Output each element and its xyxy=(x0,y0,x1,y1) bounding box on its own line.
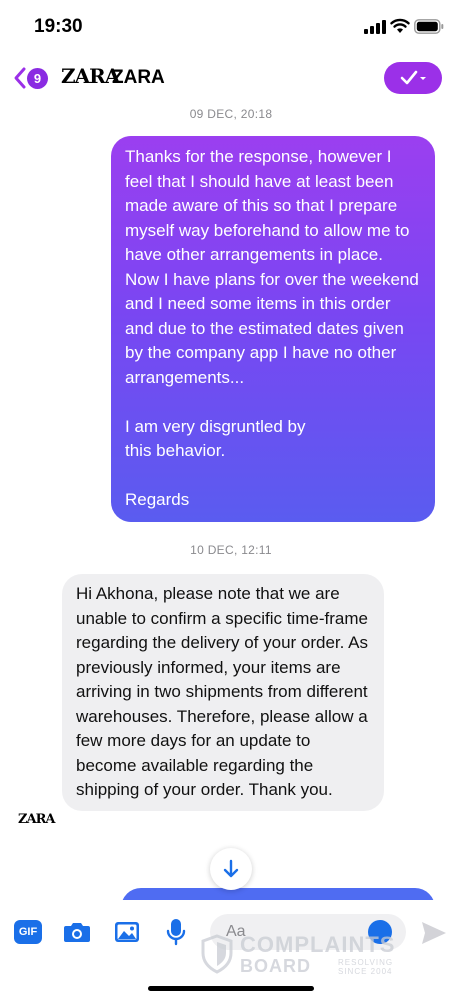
voice-message-button[interactable] xyxy=(162,918,190,946)
unread-count-badge[interactable]: 9 xyxy=(27,68,48,89)
microphone-icon xyxy=(166,919,186,946)
timestamp: 09 DEC, 20:18 xyxy=(189,107,273,121)
arrow-down-icon xyxy=(223,859,239,878)
timestamp: 10 DEC, 12:11 xyxy=(190,543,272,557)
gallery-button[interactable] xyxy=(113,918,141,946)
scroll-to-bottom-button[interactable] xyxy=(210,848,252,890)
outgoing-message-bubble-partial[interactable] xyxy=(121,888,435,900)
cellular-signal-icon xyxy=(364,20,386,34)
wifi-icon xyxy=(390,18,410,33)
gif-button[interactable]: GIF xyxy=(14,920,42,944)
home-indicator[interactable] xyxy=(148,986,314,991)
outgoing-message-bubble[interactable]: Thanks for the response, however I feel … xyxy=(111,136,435,522)
message-composer: GIF Aa xyxy=(0,900,462,966)
mark-resolved-button[interactable] xyxy=(384,62,442,94)
contact-name[interactable]: ZARA xyxy=(112,67,165,89)
sender-avatar-logo: ZARA xyxy=(18,812,55,827)
chat-header: 9 ZARA ZARA xyxy=(0,54,462,102)
status-time: 19:30 xyxy=(34,16,83,37)
checkmark-dropdown-icon xyxy=(400,70,426,85)
watermark-tag2: SINCE 2004 xyxy=(338,967,393,976)
message-list[interactable]: 09 DEC, 20:18 Thanks for the response, h… xyxy=(0,102,462,900)
emoji-icon[interactable] xyxy=(368,920,392,944)
battery-icon xyxy=(414,19,444,34)
status-bar: 19:30 xyxy=(0,0,462,54)
back-chevron-icon[interactable] xyxy=(12,66,28,90)
incoming-message-bubble[interactable]: Hi Akhona, please note that we are unabl… xyxy=(62,574,384,811)
image-gallery-icon xyxy=(115,922,139,942)
contact-logo[interactable]: ZARA xyxy=(61,64,120,88)
camera-icon xyxy=(64,923,90,942)
send-icon[interactable] xyxy=(420,920,448,946)
camera-button[interactable] xyxy=(63,918,91,946)
